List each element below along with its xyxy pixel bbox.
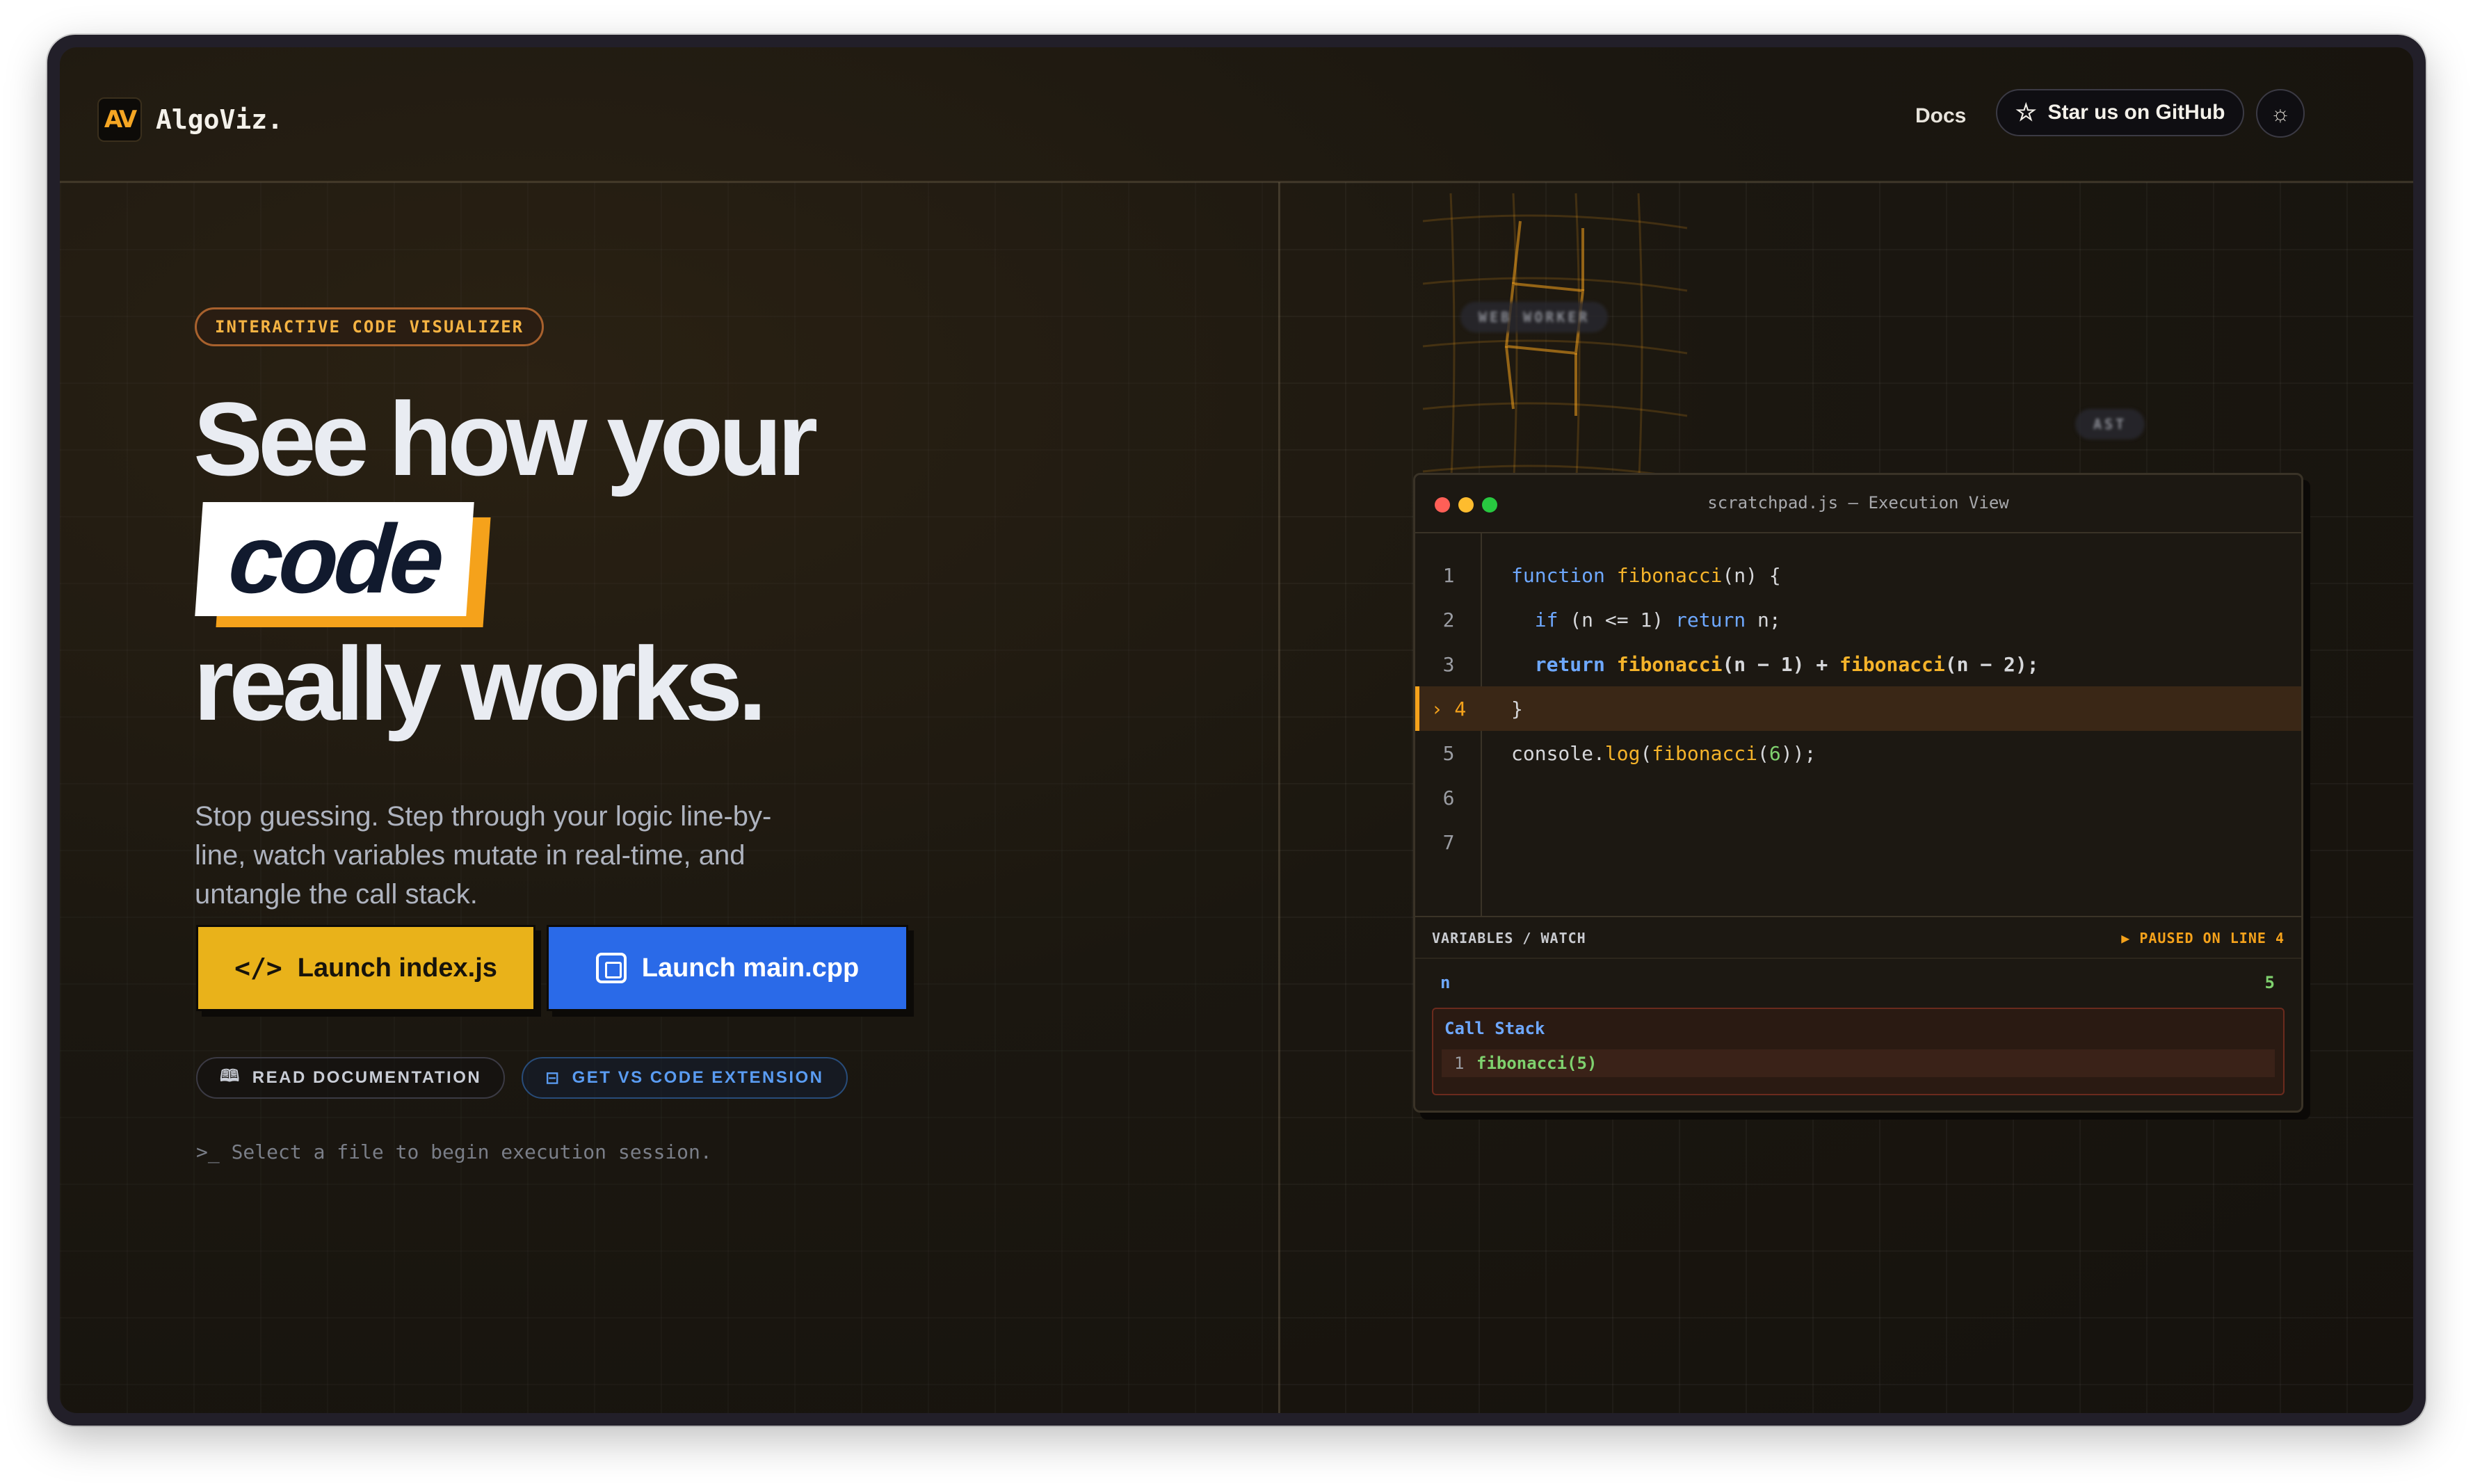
vscode-extension-link[interactable]: ⊟ GET VS CODE EXTENSION	[522, 1057, 848, 1099]
line-code: return fibonacci(n − 1) + fibonacci(n − …	[1534, 653, 2039, 676]
code-line-active[interactable]: › 4 }	[1415, 686, 2301, 731]
hero-badge: INTERACTIVE CODE VISUALIZER	[195, 307, 545, 346]
line-number: 5	[1442, 742, 1455, 765]
read-docs-label: READ DOCUMENTATION	[252, 1068, 482, 1087]
code-line[interactable]: 6	[1415, 775, 2301, 820]
floating-label-ast: AST	[2075, 409, 2145, 439]
line-number: 7	[1442, 831, 1455, 854]
frame-name: fibonacci(5)	[1476, 1054, 1597, 1073]
line-code: console.log(fibonacci(6));	[1511, 742, 1817, 765]
current-line-arrow-icon: ›	[1431, 697, 1455, 720]
launch-js-label: Launch index.js	[297, 953, 497, 983]
hero-description: Stop guessing. Step through your logic l…	[195, 801, 772, 910]
launch-cpp-label: Launch main.cpp	[641, 953, 860, 983]
launch-js-button[interactable]: </> Launch index.js	[196, 925, 535, 1011]
variable-row[interactable]: n 5	[1415, 959, 2301, 1005]
landing-page: AV AlgoViz. Docs ☆ Star us on GitHub ☼ I…	[60, 47, 2413, 1413]
watch-panel-header: VARIABLES / WATCH ▶ PAUSED ON LINE 4	[1415, 917, 2301, 959]
line-code: if (n <= 1) return n;	[1534, 608, 1781, 631]
github-star-label: Star us on GitHub	[2047, 101, 2225, 124]
logo-mark-icon: AV	[97, 97, 142, 142]
docs-link[interactable]: Docs	[1915, 104, 1966, 128]
code-line[interactable]: 2 if (n <= 1) return n;	[1415, 597, 2301, 642]
code-line[interactable]: 7	[1415, 820, 2301, 864]
line-number: 6	[1442, 787, 1455, 809]
editor-title: scratchpad.js — Execution View	[1707, 493, 2009, 513]
line-number: 1	[1442, 564, 1455, 587]
frame-index: 1	[1454, 1054, 1465, 1073]
code-brackets-icon: </>	[234, 953, 282, 983]
watch-panel: VARIABLES / WATCH ▶ PAUSED ON LINE 4 n 5…	[1415, 916, 2301, 1111]
code-line[interactable]: 1 function fibonacci(n) {	[1415, 553, 2301, 597]
watch-panel-label: VARIABLES / WATCH	[1432, 930, 1586, 946]
variable-value: 5	[2264, 973, 2275, 992]
header-divider	[60, 181, 2413, 183]
headline-line-1: See how your	[193, 380, 818, 497]
headline-highlight-word: code	[225, 504, 444, 613]
theme-toggle-button[interactable]: ☼	[2256, 89, 2305, 138]
execution-editor: scratchpad.js — Execution View 1 functio…	[1413, 473, 2303, 1113]
headline-line-3: really works.	[193, 625, 767, 742]
paused-status: ▶ PAUSED ON LINE 4	[2121, 930, 2285, 946]
app-window: AV AlgoViz. Docs ☆ Star us on GitHub ☼ I…	[47, 35, 2426, 1426]
code-line[interactable]: 3 return fibonacci(n − 1) + fibonacci(n …	[1415, 642, 2301, 686]
book-icon: 🕮	[220, 1066, 241, 1086]
headline-highlight: code	[195, 502, 491, 627]
launch-cpp-button[interactable]: Launch main.cpp	[547, 925, 908, 1011]
read-docs-link[interactable]: 🕮 READ DOCUMENTATION	[196, 1057, 506, 1099]
editor-titlebar: scratchpad.js — Execution View	[1415, 475, 2301, 533]
highlight-box: code	[195, 502, 474, 616]
floating-label-web-worker: WEB WORKER	[1460, 302, 1609, 332]
brand-name: AlgoViz.	[156, 104, 284, 135]
call-stack: Call Stack 1 fibonacci(5)	[1432, 1008, 2285, 1095]
line-number: 2	[1442, 608, 1455, 631]
line-number: 3	[1442, 653, 1455, 676]
line-number: › 4	[1431, 697, 1467, 720]
line-code: function fibonacci(n) {	[1511, 564, 1781, 587]
top-nav: AV AlgoViz. Docs ☆ Star us on GitHub ☼	[60, 47, 2413, 181]
split-divider	[1278, 182, 1280, 1413]
vscode-extension-label: GET VS CODE EXTENSION	[572, 1068, 824, 1087]
call-stack-frame[interactable]: 1 fibonacci(5)	[1442, 1049, 2275, 1077]
decorative-mesh	[1422, 193, 1688, 493]
extension-icon: ⊟	[545, 1068, 561, 1088]
terminal-prompt-icon: >_	[196, 1140, 232, 1163]
code-area: 1 function fibonacci(n) { 2 if (n <= 1) …	[1415, 533, 2301, 916]
terminal-hint: >_ Select a file to begin execution sess…	[196, 1140, 712, 1163]
star-icon: ☆	[2015, 99, 2037, 126]
sun-icon: ☼	[2270, 100, 2291, 126]
terminal-hint-text: Select a file to begin execution session…	[231, 1140, 712, 1163]
cpu-chip-icon	[595, 953, 627, 983]
github-star-button[interactable]: ☆ Star us on GitHub	[1996, 89, 2245, 136]
play-icon: ▶	[2121, 930, 2140, 946]
line-code: }	[1511, 697, 1523, 720]
call-stack-title: Call Stack	[1444, 1019, 1545, 1038]
logo[interactable]: AV AlgoViz.	[97, 97, 283, 142]
variable-name: n	[1440, 973, 1451, 992]
code-line[interactable]: 5 console.log(fibonacci(6));	[1415, 731, 2301, 775]
